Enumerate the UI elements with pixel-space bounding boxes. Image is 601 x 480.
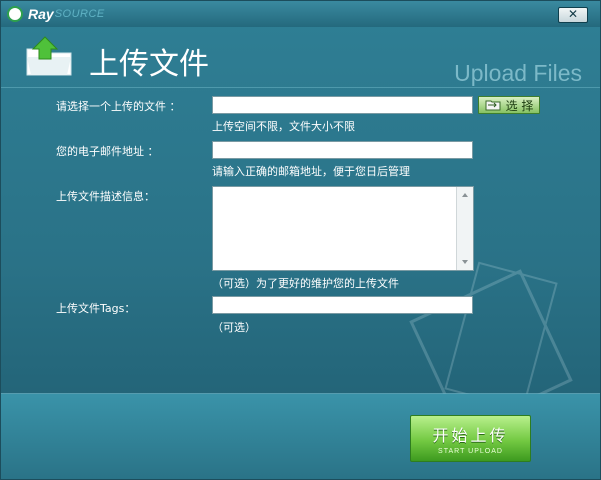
email-hint: 请输入正确的邮箱地址，便于您日后管理 (212, 165, 410, 178)
upload-folder-icon (26, 36, 72, 76)
start-upload-sublabel: START UPLOAD (438, 448, 503, 455)
start-upload-label: 开始上传 (432, 426, 509, 445)
description-hint: （可选）为了更好的维护您的上传文件 (212, 277, 399, 290)
tags-input[interactable] (212, 296, 473, 314)
tags-hint: （可选） (212, 321, 256, 334)
logo-source-text: SOURCE (54, 8, 105, 20)
file-label: 请选择一个上传的文件 ： (56, 100, 181, 113)
close-button[interactable]: ✕ (558, 7, 588, 23)
tags-label: 上传文件Tags： (56, 302, 136, 315)
start-upload-button[interactable]: 开始上传 START UPLOAD (410, 415, 531, 462)
app-logo: Ray SOURCE (7, 6, 105, 22)
email-input[interactable] (212, 141, 473, 159)
logo-ray-text: Ray (28, 6, 54, 22)
description-textarea[interactable] (212, 186, 474, 271)
folder-icon (485, 100, 501, 111)
upload-window: Ray SOURCE ✕ 上传文件 Upload Files 请选择一个上传的文… (0, 0, 601, 480)
email-label: 您的电子邮件地址 ： (56, 145, 159, 158)
file-hint: 上传空间不限，文件大小不限 (212, 120, 355, 133)
scroll-up-icon[interactable] (462, 193, 468, 197)
header-divider (1, 87, 600, 88)
select-file-button[interactable]: 选 择 (478, 96, 540, 114)
close-icon: ✕ (567, 7, 579, 21)
description-label: 上传文件描述信息： (56, 190, 155, 203)
title-bar: Ray SOURCE ✕ (1, 1, 600, 27)
page-title: 上传文件 (89, 47, 209, 82)
file-path-input[interactable] (212, 96, 473, 114)
raysource-logo-icon (7, 6, 23, 22)
page-subtitle: Upload Files (454, 60, 582, 86)
description-scrollbar[interactable] (456, 187, 473, 270)
select-button-label: 选 择 (505, 98, 534, 113)
scroll-down-icon[interactable] (462, 260, 468, 264)
